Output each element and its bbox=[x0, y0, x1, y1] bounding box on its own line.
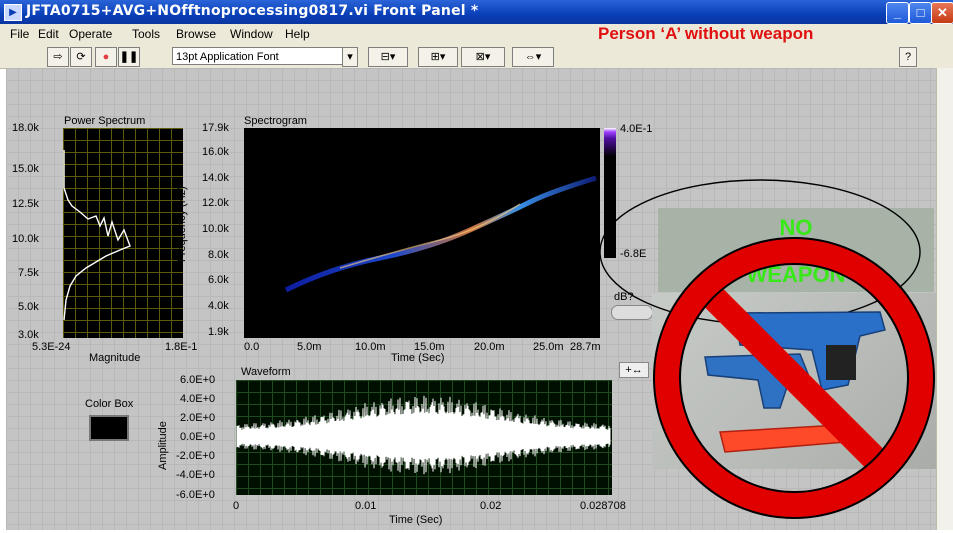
spectrogram-ridge bbox=[284, 175, 597, 293]
prohibition-sign-icon bbox=[653, 237, 935, 519]
waveform-trace bbox=[236, 395, 611, 475]
waveform-line bbox=[236, 395, 611, 475]
power-spectrum-trace bbox=[63, 150, 131, 321]
drawing-layer bbox=[63, 150, 935, 519]
